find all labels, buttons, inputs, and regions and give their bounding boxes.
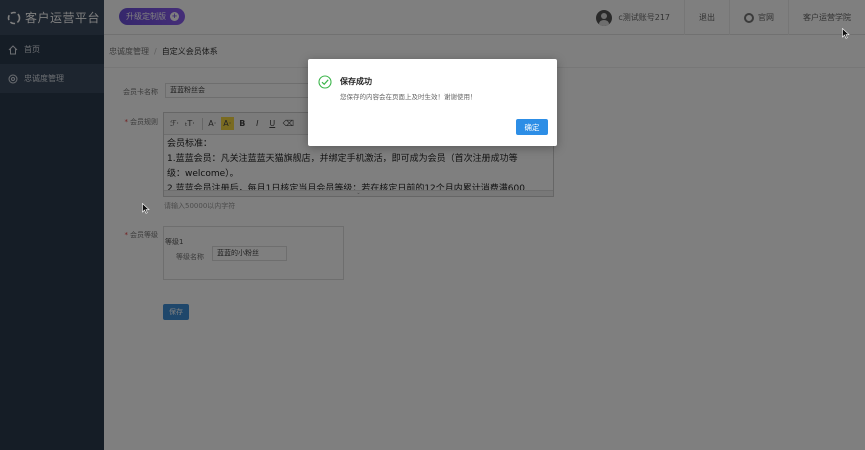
mouse-cursor-icon [142,203,150,214]
dialog-title: 保存成功 [340,77,372,86]
success-dialog: 保存成功 您保存的内容会在页面上及时生效！谢谢使用！ 确定 [308,59,557,146]
dialog-message: 您保存的内容会在页面上及时生效！谢谢使用！ [340,93,477,101]
check-circle-icon [318,75,332,89]
mouse-cursor-icon [842,28,850,39]
confirm-button[interactable]: 确定 [516,119,548,135]
